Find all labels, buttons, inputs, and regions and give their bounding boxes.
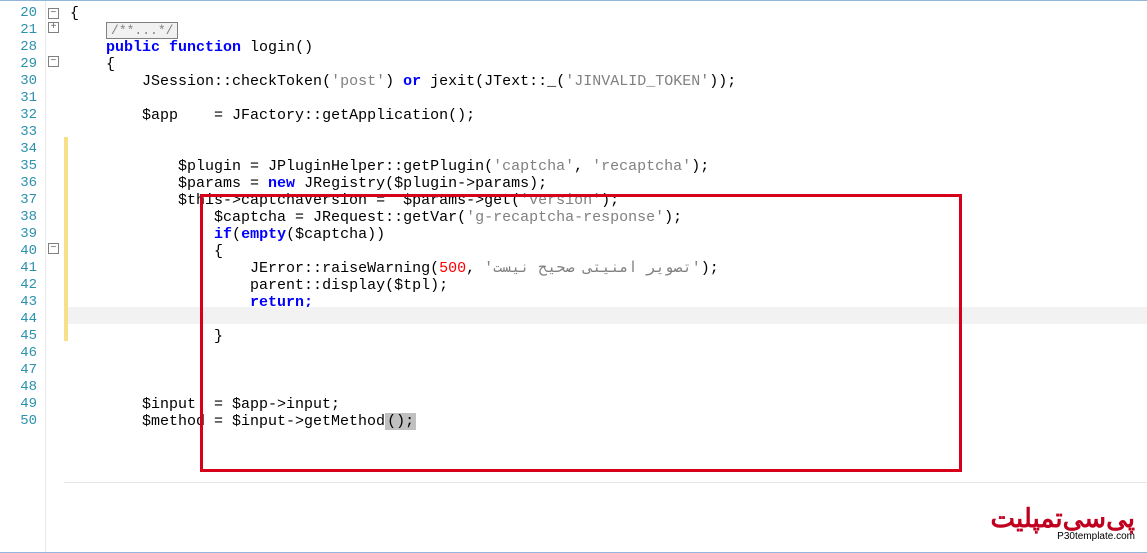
line-number: 35 (0, 158, 45, 175)
code-line: if(empty($captcha)) (70, 226, 1147, 243)
code-line: $plugin = JPluginHelper::getPlugin('capt… (70, 158, 1147, 175)
line-number: 33 (0, 124, 45, 141)
line-number: 47 (0, 362, 45, 379)
fold-column: − + − − (46, 1, 64, 552)
watermark: پی‌سی‌تمپلیت P30template.com (991, 505, 1135, 542)
code-line: $input = $app->input; (70, 396, 1147, 413)
code-line: /**...*/ (70, 22, 1147, 39)
code-line: { (70, 56, 1147, 73)
separator-line (64, 482, 1147, 483)
line-number: 34 (0, 141, 45, 158)
code-line: $this->captchaVersion = $params->get('ve… (70, 192, 1147, 209)
current-line-highlight (64, 307, 1147, 324)
code-line (70, 90, 1147, 107)
line-number: 41 (0, 260, 45, 277)
line-number: 42 (0, 277, 45, 294)
fold-toggle-29[interactable]: − (48, 56, 59, 67)
code-line (70, 345, 1147, 362)
line-number: 43 (0, 294, 45, 311)
line-number: 20 (0, 5, 45, 22)
code-line: JSession::checkToken('post') or jexit(JT… (70, 73, 1147, 90)
code-line: $method = $input->getMethod(); (70, 413, 1147, 430)
fold-toggle-21[interactable]: + (48, 22, 59, 33)
code-area[interactable]: { /**...*/ public function login() { JSe… (64, 1, 1147, 552)
line-number: 21 (0, 22, 45, 39)
code-line: $captcha = JRequest::getVar('g-recaptcha… (70, 209, 1147, 226)
code-line: } (70, 328, 1147, 345)
watermark-logo: پی‌سی‌تمپلیت (991, 505, 1135, 531)
code-line: { (70, 5, 1147, 22)
code-editor[interactable]: 2021282930313233343536373839404142434445… (0, 1, 1147, 552)
line-number: 38 (0, 209, 45, 226)
line-number: 28 (0, 39, 45, 56)
code-line: public function login() (70, 39, 1147, 56)
fold-toggle-40[interactable]: − (48, 243, 59, 254)
line-number: 36 (0, 175, 45, 192)
code-line: $app = JFactory::getApplication(); (70, 107, 1147, 124)
code-line: { (70, 243, 1147, 260)
line-number: 45 (0, 328, 45, 345)
line-number: 29 (0, 56, 45, 73)
line-number: 31 (0, 90, 45, 107)
line-number: 37 (0, 192, 45, 209)
folded-docblock[interactable]: /**...*/ (106, 22, 178, 39)
line-number-gutter: 2021282930313233343536373839404142434445… (0, 1, 46, 552)
code-line (70, 379, 1147, 396)
line-number: 46 (0, 345, 45, 362)
code-line: parent::display($tpl); (70, 277, 1147, 294)
code-line: JError::raiseWarning(500, 'تصویر امنیتی … (70, 260, 1147, 277)
line-number: 30 (0, 73, 45, 90)
line-number: 49 (0, 396, 45, 413)
line-number: 50 (0, 413, 45, 430)
code-line (70, 141, 1147, 158)
code-line: $params = new JRegistry($plugin->params)… (70, 175, 1147, 192)
line-number: 40 (0, 243, 45, 260)
code-line (70, 124, 1147, 141)
line-number: 48 (0, 379, 45, 396)
line-number: 39 (0, 226, 45, 243)
code-line (70, 362, 1147, 379)
fold-toggle-20[interactable]: − (48, 8, 59, 19)
line-number: 44 (0, 311, 45, 328)
line-number: 32 (0, 107, 45, 124)
